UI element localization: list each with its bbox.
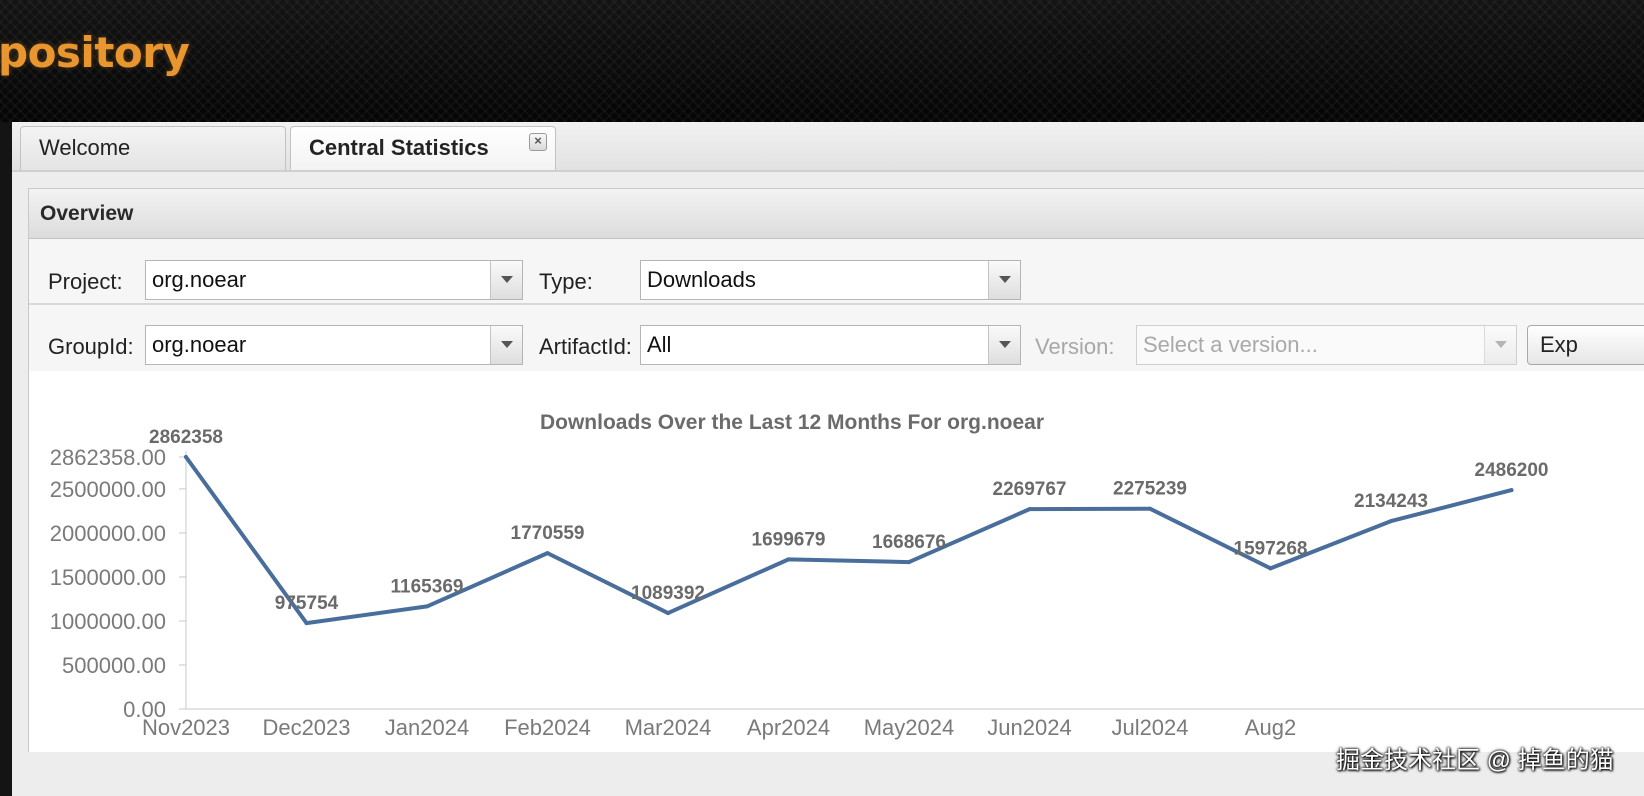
data-point [666,611,670,616]
brand-logo-text: pository [0,28,190,77]
data-point [184,455,188,459]
groupid-select[interactable]: org.noear [145,325,523,365]
filter-row-divider [29,303,1644,305]
data-label: 2486200 [1475,460,1549,481]
x-tick-label: Jul2024 [1111,715,1188,740]
type-select[interactable]: Downloads [640,260,1021,300]
chevron-down-icon[interactable] [988,326,1020,364]
data-label: 1597268 [1234,538,1308,559]
data-point [1027,507,1032,512]
data-label: 1668676 [872,532,946,553]
tab-bar: Welcome Central Statistics × [12,122,1644,172]
artifactid-select[interactable]: All [640,325,1021,365]
data-point [1389,519,1393,524]
downloads-series-line [184,455,1514,626]
artifactid-label: ArtifactId: [539,334,632,359]
tab-welcome[interactable]: Welcome [20,126,286,170]
y-tick-label: 2000000.00 [50,521,166,546]
y-tick-label: 2500000.00 [50,477,166,502]
app-header: pository [0,0,1644,122]
export-button[interactable]: Exp [1527,325,1644,365]
x-tick-label: May2024 [864,715,955,740]
y-tick-label: 1000000.00 [50,609,166,634]
data-point [1148,506,1152,511]
data-point [1268,566,1273,571]
x-tick-label: Feb2024 [504,715,591,740]
y-tick-label: 2862358.00 [50,445,166,470]
x-tick-label: Jun2024 [987,715,1071,740]
data-point [425,604,429,609]
tab-central-statistics[interactable]: Central Statistics × [290,126,556,170]
version-label: Version: [1035,334,1115,359]
close-icon[interactable]: × [529,133,547,151]
data-point [1509,488,1514,493]
x-tick-label: Mar2024 [625,715,712,740]
project-select-value: org.noear [152,267,247,292]
data-label: 1770559 [511,523,585,544]
type-select-value: Downloads [647,267,756,292]
data-label: 1089392 [631,583,705,604]
y-tick-label: 1500000.00 [50,565,166,590]
type-label: Type: [539,269,593,294]
version-select[interactable]: Select a version... [1136,325,1517,365]
tab-central-statistics-label: Central Statistics [309,135,489,160]
project-label: Project: [48,269,123,294]
left-sidebar-edge [0,122,12,796]
groupid-select-value: org.noear [152,332,247,357]
overview-panel-title: Overview [29,189,1644,239]
tab-welcome-label: Welcome [39,135,131,160]
x-tick-label: Nov2023 [142,715,230,740]
groupid-label: GroupId: [48,334,134,359]
x-tick-label: Aug2 [1245,715,1296,740]
artifactid-select-value: All [647,332,672,357]
watermark-text: 掘金技术社区 @ 掉鱼的猫 [1336,747,1614,774]
version-select-placeholder: Select a version... [1143,332,1318,357]
chevron-down-icon[interactable] [988,261,1020,299]
overview-panel: Overview Project: org.noear Type: Downlo… [28,188,1644,752]
x-tick-label: Dec2023 [262,715,350,740]
downloads-line-chart: Downloads Over the Last 12 Months For or… [50,411,1644,740]
data-label: 2275239 [1113,479,1187,500]
data-label: 2134243 [1354,491,1428,512]
data-point [786,557,791,562]
x-tick-label: Apr2024 [747,715,830,740]
data-label: 2862358 [149,427,223,448]
data-label: 1165369 [391,576,464,597]
data-point [545,551,550,556]
y-tick-label: 500000.00 [62,653,166,678]
data-point [907,560,911,565]
downloads-chart: Downloads Over the Last 12 Months For or… [29,371,1644,752]
data-label: 975754 [275,593,339,614]
chart-title: Downloads Over the Last 12 Months For or… [540,411,1044,434]
chevron-down-icon[interactable] [1484,326,1516,364]
data-label: 1699679 [752,529,826,550]
chevron-down-icon[interactable] [490,326,522,364]
data-label: 2269767 [993,479,1067,500]
x-tick-label: Jan2024 [385,715,469,740]
data-point [304,621,309,626]
chevron-down-icon[interactable] [490,261,522,299]
project-select[interactable]: org.noear [145,260,523,300]
